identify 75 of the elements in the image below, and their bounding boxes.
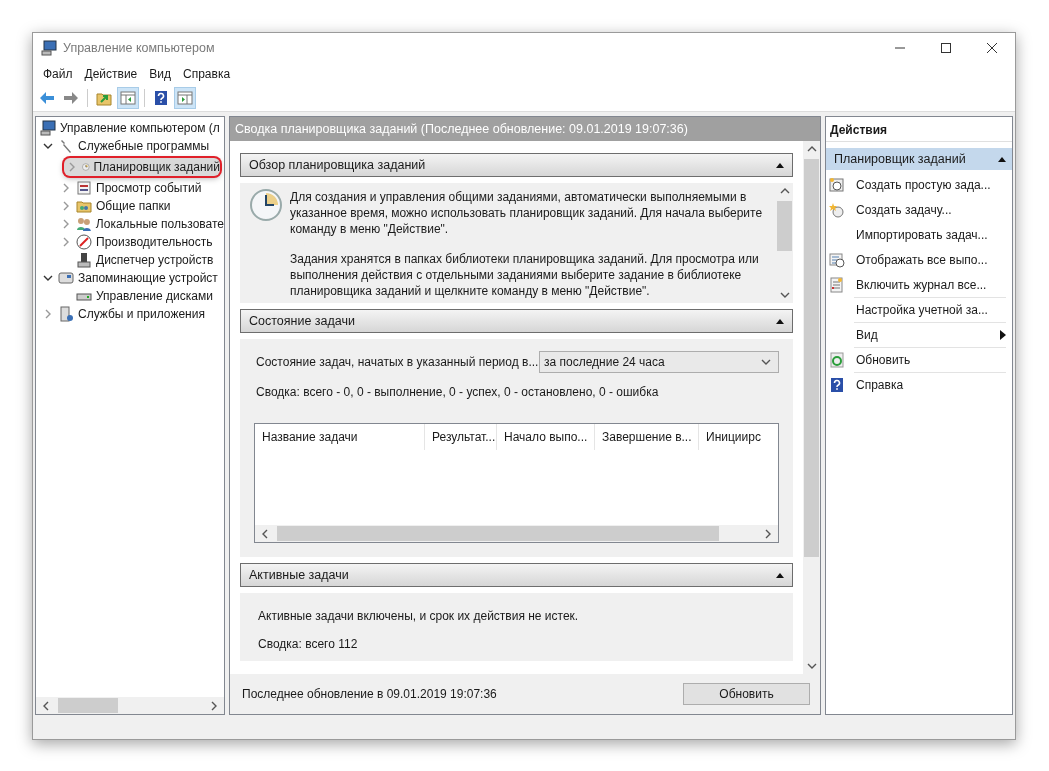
actions-title: Действия bbox=[826, 119, 1012, 142]
menu-item[interactable]: Действие bbox=[78, 65, 144, 83]
tree-item[interactable]: Локальные пользовате bbox=[36, 215, 224, 233]
folder-up-icon bbox=[96, 90, 112, 106]
tree-item[interactable]: Управление компьютером (л bbox=[36, 119, 224, 137]
computer-icon bbox=[40, 120, 56, 136]
column-header[interactable]: Результат... bbox=[425, 424, 497, 450]
computer-icon bbox=[41, 40, 57, 56]
device-icon bbox=[76, 252, 92, 268]
panel-left-icon bbox=[120, 90, 136, 106]
action-item[interactable]: Настройка учетной за... bbox=[854, 297, 1006, 322]
menu-item[interactable]: Вид bbox=[143, 65, 177, 83]
tree-item[interactable]: Производительность bbox=[36, 233, 224, 251]
status-text: Активные задачи включены, и срок их действия не истек. bbox=[258, 609, 580, 623]
users-icon bbox=[76, 216, 92, 232]
tree-item[interactable]: Общие папки bbox=[36, 197, 224, 215]
collapse-icon[interactable] bbox=[776, 162, 784, 168]
collapse-icon[interactable] bbox=[776, 572, 784, 578]
action-item[interactable]: Импортировать задач... bbox=[854, 222, 1006, 247]
close-icon bbox=[987, 43, 997, 53]
summary-text: Сводка: всего - 0, 0 - выполнение, 0 - успех, 0 - остановлено, 0 - ошибка bbox=[256, 385, 660, 399]
horizontal-scrollbar[interactable] bbox=[36, 697, 224, 714]
period-label: Состояние задач, начатых в указанный период в... bbox=[256, 355, 539, 369]
forward-arrow-icon bbox=[63, 90, 79, 106]
list-clock-icon bbox=[829, 252, 845, 268]
column-header[interactable]: Название задачи bbox=[255, 424, 425, 450]
action-item[interactable]: Справка bbox=[854, 372, 1006, 397]
action-item[interactable]: Вид bbox=[854, 322, 1006, 347]
clock-star-icon bbox=[829, 202, 845, 218]
action-item[interactable]: Обновить bbox=[854, 347, 1006, 372]
period-dropdown[interactable]: за последние 24 часа bbox=[539, 351, 779, 373]
column-header[interactable]: Завершение в... bbox=[595, 424, 699, 450]
help-icon bbox=[153, 90, 169, 106]
collapse-icon[interactable] bbox=[998, 156, 1006, 162]
action-item[interactable]: Создать простую зада... bbox=[854, 172, 1006, 197]
action-item[interactable]: Создать задачу... bbox=[854, 197, 1006, 222]
log-icon bbox=[829, 277, 845, 293]
tree-item[interactable]: Планировщик заданий bbox=[64, 158, 220, 176]
gauge-icon bbox=[76, 234, 92, 250]
summary-text: Сводка: всего 112 bbox=[258, 637, 359, 651]
event-log-icon bbox=[76, 180, 92, 196]
folder-icon bbox=[76, 198, 92, 214]
action-item[interactable]: Отображать все выпо... bbox=[854, 247, 1006, 272]
maximize-icon bbox=[941, 43, 951, 53]
tree-item[interactable]: Служебные программы bbox=[36, 137, 224, 155]
tree-item[interactable]: Управление дисками bbox=[36, 287, 224, 305]
description-text: Для создания и управления общими заданиями, автоматически выполняемыми в указанное время, можно использовать планировщик заданий. Для начала выберите команду в меню "Действие". bbox=[290, 189, 764, 237]
window-title: Управление компьютером bbox=[63, 41, 216, 55]
back-arrow-icon bbox=[39, 90, 55, 106]
actions-group-header[interactable]: Планировщик заданий bbox=[826, 148, 1012, 170]
calendar-clock-icon bbox=[829, 177, 845, 193]
section-header[interactable]: Активные задачи bbox=[240, 563, 793, 587]
section-header[interactable]: Обзор планировщика заданий bbox=[240, 153, 793, 177]
menu-item[interactable]: Справка bbox=[177, 65, 237, 83]
panel-right-icon bbox=[177, 90, 193, 106]
clock-icon bbox=[250, 189, 282, 221]
pane-header: Сводка планировщика заданий (Последнее обновление: 09.01.2019 19:07:36) bbox=[230, 117, 820, 141]
last-update-text: Последнее обновление в 09.01.2019 19:07:36 bbox=[242, 687, 497, 701]
horizontal-scrollbar[interactable] bbox=[255, 525, 778, 542]
section-header[interactable]: Состояние задачи bbox=[240, 309, 793, 333]
action-item[interactable]: Включить журнал все... bbox=[854, 272, 1006, 297]
collapse-icon[interactable] bbox=[776, 318, 784, 324]
tree-item[interactable]: Службы и приложения bbox=[36, 305, 224, 323]
server-icon bbox=[58, 306, 74, 322]
description-text: Задания хранятся в папках библиотеки планировщика заданий. Для просмотра или выполнения действия с отдельными заданиями выберите задание в библиотеке планировщика заданий и щелкните команду в меню "Действие". bbox=[290, 251, 760, 299]
tree-item[interactable]: Запоминающие устройст bbox=[36, 269, 224, 287]
column-header[interactable]: Начало выпо... bbox=[497, 424, 595, 450]
menu-item[interactable]: Файл bbox=[37, 65, 79, 83]
refresh-button[interactable]: Обновить bbox=[683, 683, 810, 705]
refresh-icon bbox=[829, 352, 845, 368]
column-header[interactable]: Инициирс bbox=[699, 424, 762, 450]
tree-item[interactable]: Просмотр событий bbox=[36, 179, 224, 197]
storage-icon bbox=[58, 270, 74, 286]
help-icon bbox=[829, 377, 845, 393]
tree-item[interactable]: Диспетчер устройств bbox=[36, 251, 224, 269]
